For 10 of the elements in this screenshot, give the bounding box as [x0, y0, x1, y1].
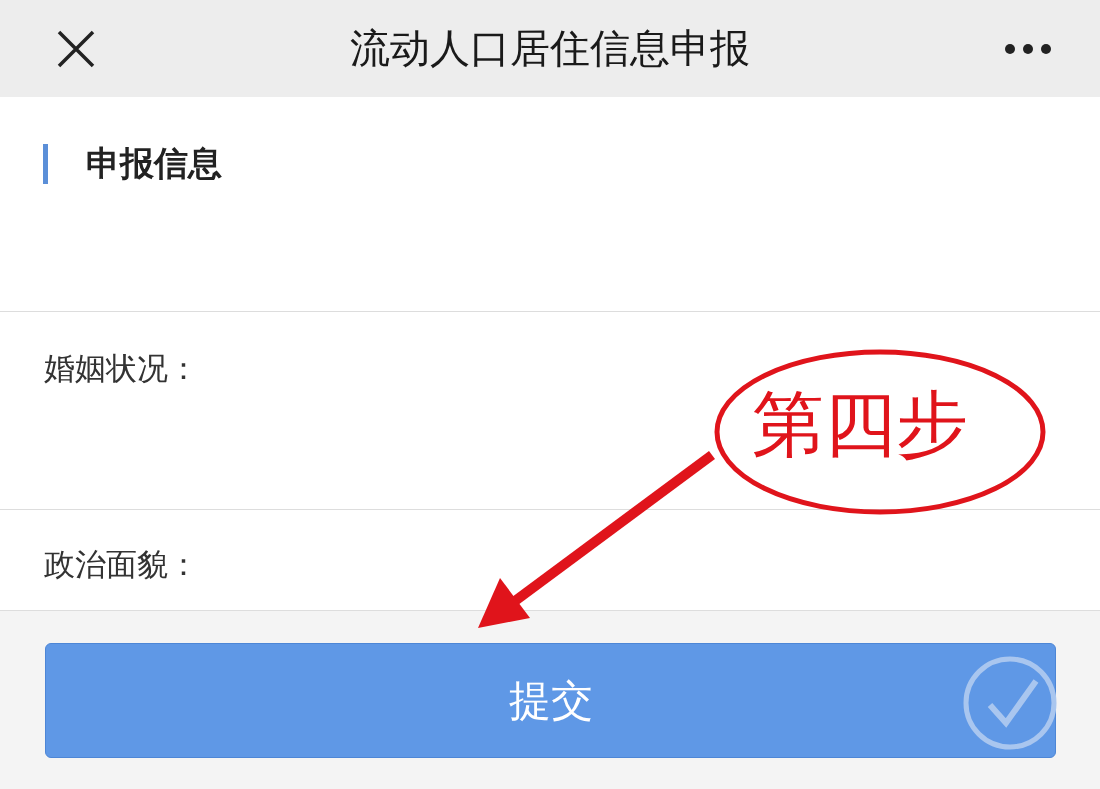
check-icon [962, 655, 1058, 751]
close-icon[interactable] [56, 28, 96, 69]
submit-button[interactable]: 提交 [45, 643, 1056, 758]
more-icon[interactable] [1004, 42, 1052, 55]
annotation-text: 第四步 [752, 388, 968, 460]
section-title: 申报信息 [86, 142, 222, 185]
accent-bar [43, 144, 48, 184]
field-label: 政治面貌： [44, 546, 199, 582]
window-title: 流动人口居住信息申报 [350, 24, 750, 73]
field-label: 婚姻状况： [44, 350, 199, 386]
